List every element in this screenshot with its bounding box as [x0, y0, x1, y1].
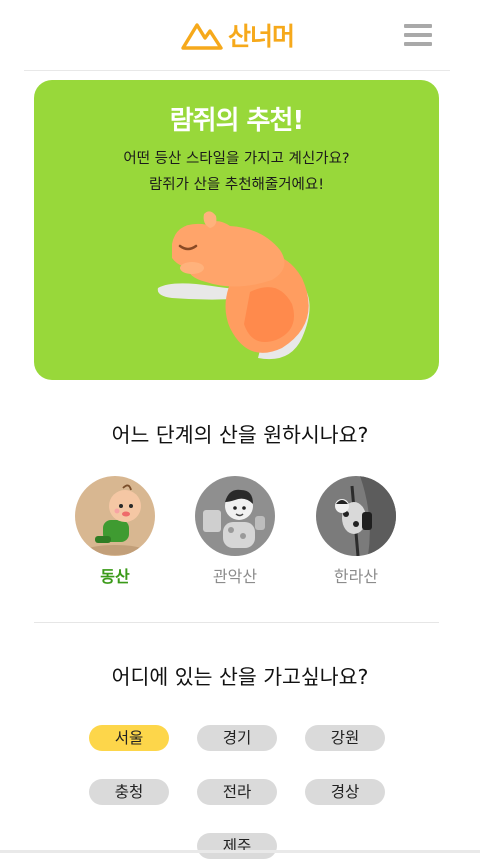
level-question: 어느 단계의 산을 원하시나요?: [111, 423, 369, 447]
region-chip-jeju[interactable]: 제주: [197, 833, 277, 859]
level-label-dongsan: 동산: [100, 567, 130, 586]
banner-description-line-1: 어떤 등산 스타일을 가지고 계신가요?: [123, 151, 350, 167]
banner-description-line-2: 람쥐가 산을 추천해줄거에요!: [148, 177, 325, 193]
logo-text: 산너머: [228, 22, 295, 51]
header-divider: [24, 70, 450, 71]
region-question: 어디에 있는 산을 가고싶나요?: [111, 665, 369, 689]
region-chip-seoul[interactable]: 서울: [89, 725, 169, 751]
baby-avatar: [75, 476, 155, 556]
region-chip-gyeongsang[interactable]: 경상: [305, 779, 385, 805]
level-option-gwanaksan[interactable]: 관악산: [194, 476, 276, 587]
region-chip-jeolla[interactable]: 전라: [197, 779, 277, 805]
region-chip-chungcheong[interactable]: 충청: [89, 779, 169, 805]
mountain-logo-icon: [181, 23, 223, 50]
recommendation-banner: 람쥐의 추천! 어떤 등산 스타일을 가지고 계신가요? 람쥐가 산을 추천해줄…: [34, 80, 439, 380]
level-option-dongsan[interactable]: 동산: [74, 476, 156, 587]
banner-description: 어떤 등산 스타일을 가지고 계신가요? 람쥐가 산을 추천해줄거에요!: [34, 146, 439, 198]
section-divider: [34, 622, 439, 623]
level-label-gwanaksan: 관악산: [212, 567, 258, 586]
banner-title: 람쥐의 추천!: [169, 106, 305, 136]
hiker-avatar: [195, 476, 275, 556]
region-chip-gyeonggi[interactable]: 경기: [197, 725, 277, 751]
hamburger-menu-icon[interactable]: [404, 24, 432, 46]
sleeping-squirrel-illustration: [157, 211, 310, 360]
climber-avatar: [316, 476, 396, 556]
app-header: 산너머: [0, 0, 480, 70]
level-option-hallasan[interactable]: 한라산: [315, 476, 397, 587]
logo[interactable]: 산너머: [180, 18, 295, 52]
region-chip-gangwon[interactable]: 강원: [305, 725, 385, 751]
level-label-hallasan: 한라산: [333, 567, 379, 586]
